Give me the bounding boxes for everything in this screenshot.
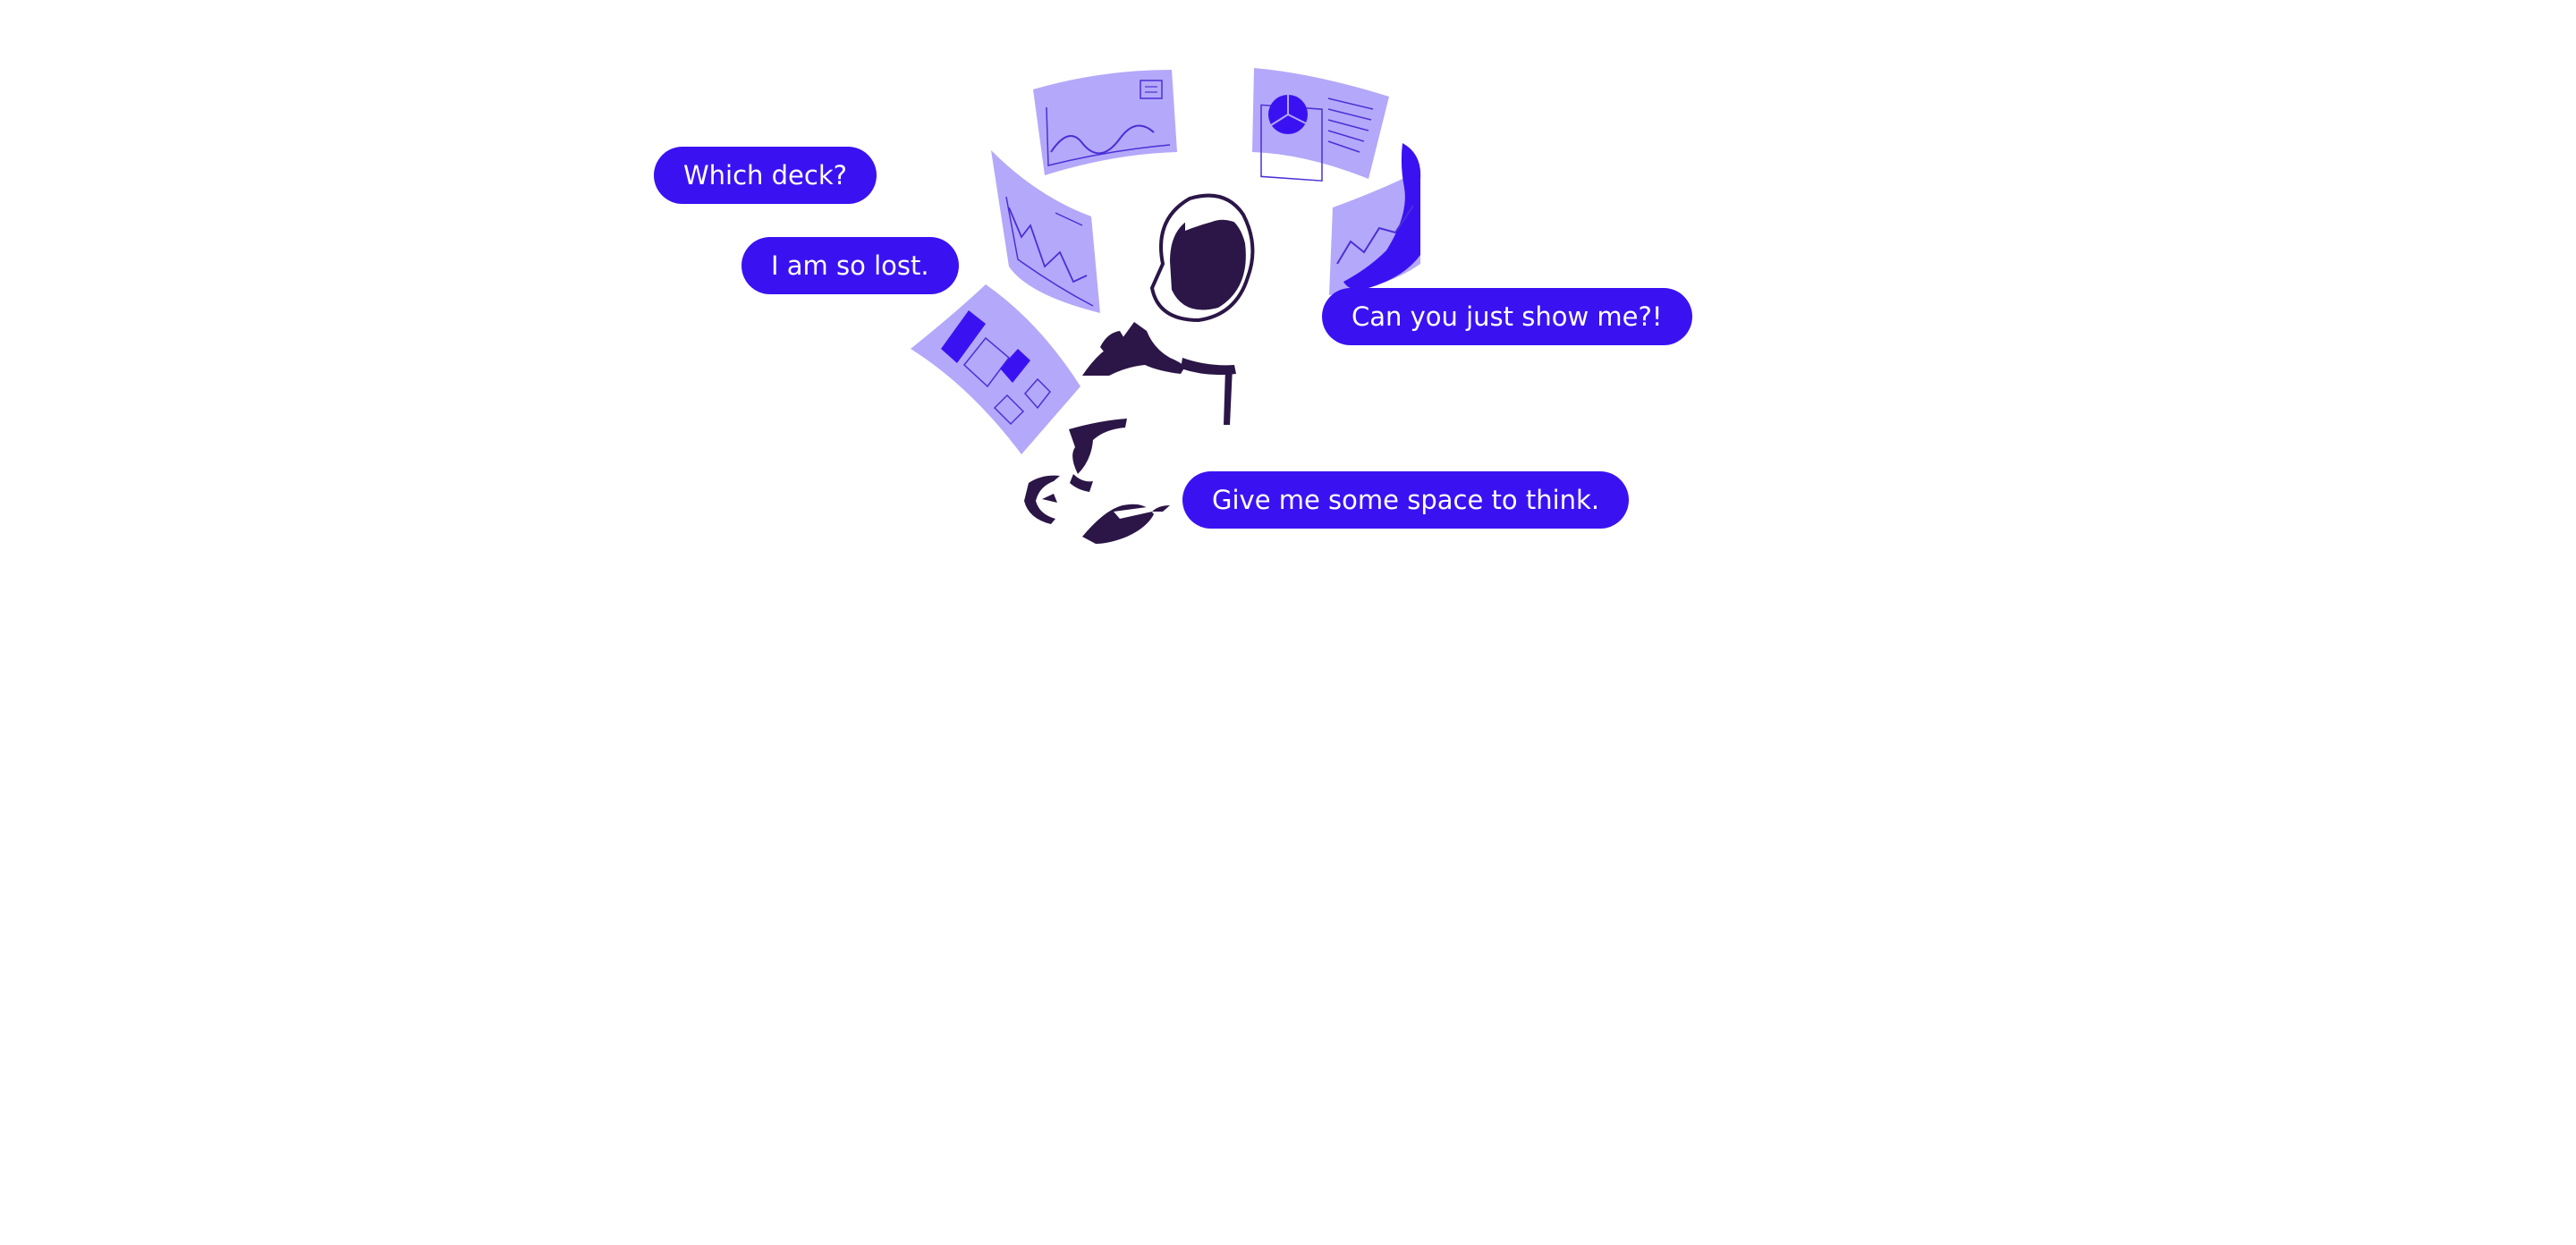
wave-chart-card (1033, 70, 1177, 175)
speech-bubble-so-lost: I am so lost. (741, 237, 959, 294)
speech-bubble-show-me: Can you just show me?! (1322, 288, 1692, 345)
speech-bubble-which-deck: Which deck? (654, 147, 877, 204)
speech-bubble-space-to-think: Give me some space to think. (1182, 471, 1630, 529)
scene: Which deck? I am so lost. Can you just s… (0, 0, 2576, 1245)
layout-card (911, 284, 1080, 454)
pie-chart-card (1252, 68, 1389, 182)
